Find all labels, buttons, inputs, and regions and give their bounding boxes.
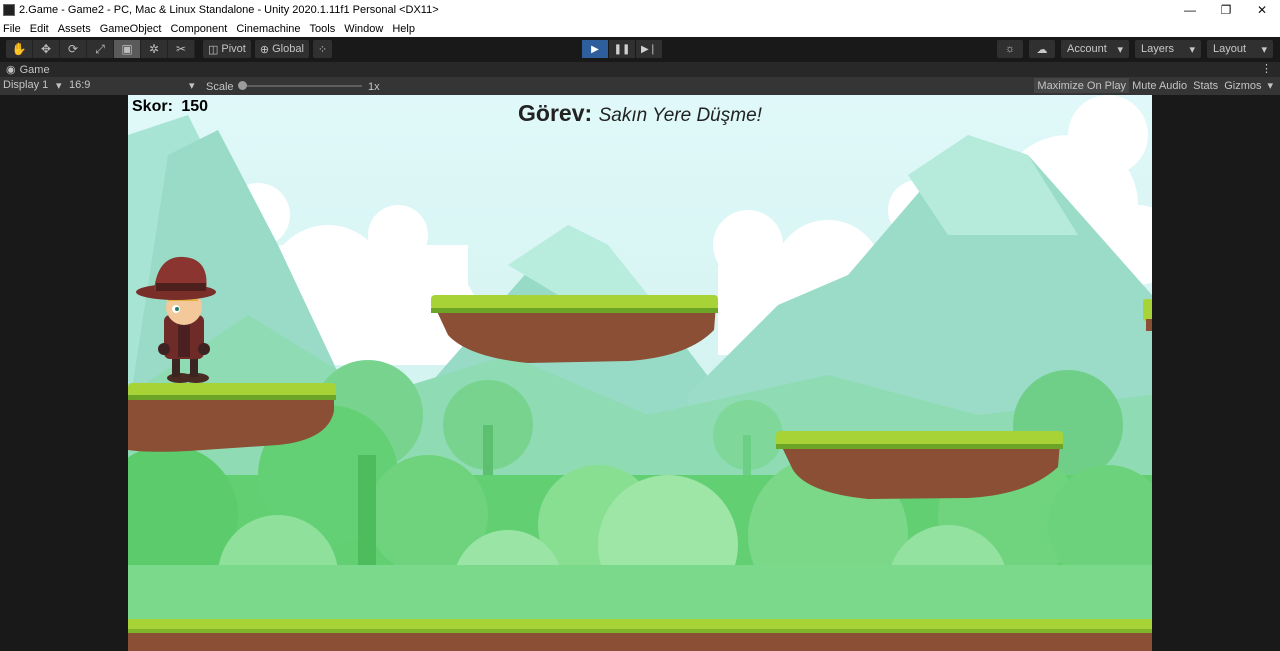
menu-help[interactable]: Help xyxy=(392,23,415,35)
wrench-icon: ✂ xyxy=(175,42,187,56)
pause-icon: ❚❚ xyxy=(613,43,631,55)
menu-file[interactable]: File xyxy=(3,23,21,35)
account-label: Account xyxy=(1067,43,1107,55)
menu-window[interactable]: Window xyxy=(344,23,383,35)
pivot-label: Pivot xyxy=(221,43,246,55)
game-view-options: Maximize On Play Mute Audio Stats Gizmos… xyxy=(1034,78,1276,93)
grid-snap-icon: ⁘ xyxy=(317,43,328,56)
transform-tool[interactable]: ✲ xyxy=(141,40,168,58)
layout-dropdown[interactable]: Layout ▾ xyxy=(1207,40,1273,58)
stats-toggle[interactable]: Stats xyxy=(1190,78,1221,93)
play-button[interactable]: ▶ xyxy=(582,40,608,58)
layout-label: Layout xyxy=(1213,43,1247,55)
game-scene xyxy=(128,95,1152,651)
move-tool[interactable]: ✥ xyxy=(33,40,60,58)
rect-icon: ▣ xyxy=(121,42,133,56)
window-title: 2.Game - Game2 - PC, Mac & Linux Standal… xyxy=(19,4,439,16)
chevron-down-icon: ▾ xyxy=(1261,43,1267,56)
menu-gameobject[interactable]: GameObject xyxy=(100,23,162,35)
rotate-icon: ⟳ xyxy=(67,42,79,56)
close-button[interactable]: ✕ xyxy=(1244,3,1280,17)
pivot-icon: ◫ xyxy=(208,43,219,56)
menu-component[interactable]: Component xyxy=(170,23,227,35)
cloud-icon: ☁ xyxy=(1036,43,1048,56)
scale-slider-handle[interactable] xyxy=(238,81,247,90)
tab-menu-icon[interactable]: ⋮ xyxy=(1261,62,1272,75)
right-toolbar: ☼ ☁ Account ▾ Layers ▾ Layout ▾ xyxy=(997,40,1273,58)
minimize-button[interactable]: — xyxy=(1172,3,1208,17)
scale-icon: ⤢ xyxy=(95,41,105,56)
hand-icon: ✋ xyxy=(11,42,27,56)
mission-label: Görev: xyxy=(518,100,593,126)
menu-assets[interactable]: Assets xyxy=(58,23,91,35)
chevron-down-icon: ▾ xyxy=(56,80,62,92)
game-viewport[interactable]: Skor: 150 Görev: Sakın Yere Düşme! xyxy=(128,95,1152,651)
pause-button[interactable]: ❚❚ xyxy=(609,40,635,58)
scale-tool[interactable]: ⤢ xyxy=(87,40,114,58)
rect-tool[interactable]: ▣ xyxy=(114,40,141,58)
global-toggle[interactable]: ⊕ Global xyxy=(254,40,309,58)
display-dropdown[interactable]: Display 1 xyxy=(3,79,48,91)
aspect-dropdown[interactable]: 16:9 xyxy=(69,79,90,91)
step-icon: ▶❘ xyxy=(640,43,658,55)
pivot-toggle[interactable]: ◫ Pivot xyxy=(203,40,251,58)
scale-slider-track[interactable] xyxy=(240,85,362,87)
menu-cinemachine[interactable]: Cinemachine xyxy=(236,23,300,35)
game-tab-bar: ◉ Game ⋮ xyxy=(0,62,1280,77)
chevron-down-icon: ▾ xyxy=(189,80,195,92)
play-icon: ▶ xyxy=(591,43,599,55)
unity-app-icon xyxy=(3,4,15,16)
scale-value: 1x xyxy=(368,81,380,93)
hand-tool[interactable]: ✋ xyxy=(6,40,33,58)
chevron-down-icon: ▾ xyxy=(1189,43,1195,56)
gamepad-icon: ◉ xyxy=(6,64,16,76)
game-view-toolbar: Display 1 ▾ 16:9 ▾ Scale 1x Maximize On … xyxy=(0,77,1280,95)
menu-tools[interactable]: Tools xyxy=(310,23,336,35)
sun-icon: ☼ xyxy=(1004,43,1016,55)
menu-bar: File Edit Assets GameObject Component Ci… xyxy=(0,20,1280,37)
globe-icon: ⊕ xyxy=(259,43,270,56)
ground-strip xyxy=(128,619,1152,651)
account-dropdown[interactable]: Account ▾ xyxy=(1061,40,1129,58)
global-label: Global xyxy=(272,43,304,55)
chevron-down-icon: ▾ xyxy=(1267,80,1273,92)
layers-dropdown[interactable]: Layers ▾ xyxy=(1135,40,1201,58)
chevron-down-icon: ▾ xyxy=(1117,43,1123,56)
gizmos-toggle[interactable]: Gizmos xyxy=(1221,78,1264,93)
custom-tool[interactable]: ✂ xyxy=(168,40,195,58)
rotate-tool[interactable]: ⟳ xyxy=(60,40,87,58)
maximize-button[interactable]: ❐ xyxy=(1208,3,1244,17)
cloud-button[interactable]: ☁ xyxy=(1029,40,1055,58)
maximize-on-play-toggle[interactable]: Maximize On Play xyxy=(1034,78,1130,93)
transform-tools: ✋ ✥ ⟳ ⤢ ▣ ✲ ✂ xyxy=(6,40,195,58)
move-icon: ✥ xyxy=(40,42,52,56)
tab-game[interactable]: Game xyxy=(20,64,50,76)
layers-label: Layers xyxy=(1141,43,1175,55)
step-button[interactable]: ▶❘ xyxy=(636,40,662,58)
mission-display: Görev: Sakın Yere Düşme! xyxy=(128,100,1152,127)
scale-label: Scale xyxy=(206,81,234,93)
mute-audio-toggle[interactable]: Mute Audio xyxy=(1129,78,1190,93)
transform-icon: ✲ xyxy=(148,42,160,56)
mission-text: Sakın Yere Düşme! xyxy=(598,105,762,126)
snap-toggle[interactable]: ⁘ xyxy=(312,40,333,58)
play-controls: ▶ ❚❚ ▶❘ xyxy=(582,40,663,58)
collab-button[interactable]: ☼ xyxy=(997,40,1023,58)
title-bar: 2.Game - Game2 - PC, Mac & Linux Standal… xyxy=(0,0,1280,20)
menu-edit[interactable]: Edit xyxy=(30,23,49,35)
